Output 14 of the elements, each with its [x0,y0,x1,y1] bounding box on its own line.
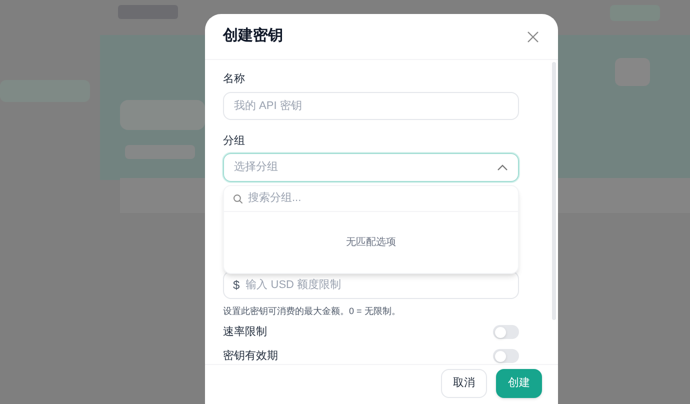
limit-input[interactable]: $ 输入 USD 额度限制 [223,271,519,299]
select-placeholder: 选择分组 [234,160,278,176]
toggle-label: 速率限制 [223,324,267,340]
limit-text[interactable]: 输入 USD 额度限制 [246,276,509,294]
empty-message: 无匹配选项 [346,236,396,250]
name-input[interactable]: 我的 API 密钥 [223,92,519,120]
field-label: 名称 [223,72,246,87]
cancel-button[interactable]: 取消 [441,369,487,398]
search-input[interactable]: 搜索分组... [248,190,509,207]
field-hint: 设置此密钥可消费的最大金额。0 = 无限制。 [223,305,402,317]
currency-prefix: $ [233,277,240,294]
field-label: 分组 [223,134,246,149]
toggle-label: 密钥有效期 [223,348,278,364]
dialog-title: 创建密钥 [223,26,283,46]
